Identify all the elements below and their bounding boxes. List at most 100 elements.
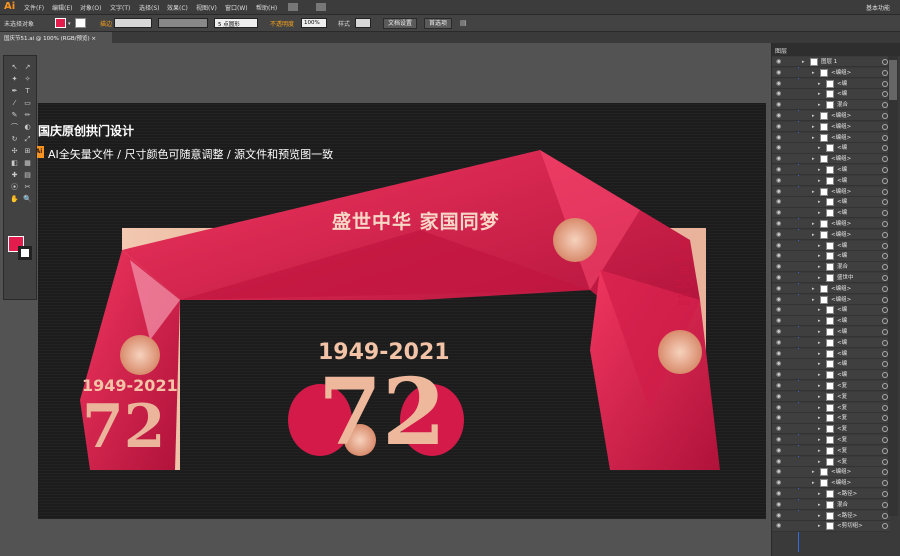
warp-icon[interactable]: ✣ — [9, 146, 20, 156]
layer-row[interactable]: ◉ ▸ <编组> — [772, 154, 890, 165]
eye-icon[interactable]: ◉ — [776, 489, 781, 499]
layer-row[interactable]: ◉ ▸ <编 — [772, 143, 890, 154]
disclosure-triangle-icon[interactable]: ▸ — [818, 262, 821, 272]
layer-row[interactable]: ◉ ▸ 混合 — [772, 499, 890, 511]
disclosure-triangle-icon[interactable]: ▸ — [818, 197, 821, 207]
eye-icon[interactable]: ◉ — [776, 478, 781, 488]
disclosure-triangle-icon[interactable]: ▸ — [818, 79, 821, 89]
eye-icon[interactable]: ◉ — [776, 457, 781, 467]
rotate-icon[interactable]: ↻ — [9, 134, 20, 144]
disclosure-triangle-icon[interactable]: ▸ — [812, 187, 815, 197]
eye-icon[interactable]: ◉ — [776, 295, 781, 305]
eye-icon[interactable]: ◉ — [776, 435, 781, 445]
eye-icon[interactable]: ◉ — [776, 424, 781, 434]
magic-wand-icon[interactable]: ✦ — [9, 74, 20, 84]
layer-row[interactable]: ◉ ▸ <复 — [772, 413, 890, 424]
line-icon[interactable]: ⁄ — [9, 98, 20, 108]
disclosure-triangle-icon[interactable]: ▸ — [818, 511, 821, 521]
disclosure-triangle-icon[interactable]: ▸ — [812, 284, 815, 294]
disclosure-triangle-icon[interactable]: ▸ — [812, 295, 815, 305]
disclosure-triangle-icon[interactable]: ▸ — [818, 457, 821, 467]
layer-row[interactable]: ◉ ▸ <编 — [772, 89, 890, 100]
layer-row[interactable]: ◉ ▸ <复 — [772, 391, 890, 403]
layer-row[interactable]: ◉ ▸ <编 — [772, 208, 890, 219]
eye-icon[interactable]: ◉ — [776, 521, 781, 531]
layer-row[interactable]: ◉ ▸ <复 — [772, 402, 890, 413]
eye-icon[interactable]: ◉ — [776, 403, 781, 413]
disclosure-triangle-icon[interactable]: ▸ — [812, 478, 815, 488]
eyedropper-icon[interactable]: ✚ — [9, 170, 20, 180]
layer-row[interactable]: ◉ ▸ <编 — [772, 348, 890, 359]
layer-row[interactable]: ◉ ▸ <路径> — [772, 510, 890, 521]
blend-icon[interactable]: ▤ — [22, 170, 33, 180]
eye-icon[interactable]: ◉ — [776, 57, 781, 67]
workspace-label[interactable]: 基本功能 — [866, 3, 890, 12]
eye-icon[interactable]: ◉ — [776, 208, 781, 218]
disclosure-triangle-icon[interactable]: ▸ — [818, 435, 821, 445]
layer-row[interactable]: ◉ ▸ <复 — [772, 381, 890, 392]
gradient-icon[interactable]: ◧ — [9, 158, 20, 168]
eye-icon[interactable]: ◉ — [776, 446, 781, 456]
layer-row[interactable]: ◉ ▸ <编组> — [772, 67, 890, 79]
disclosure-triangle-icon[interactable]: ▸ — [818, 349, 821, 359]
disclosure-triangle-icon[interactable]: ▸ — [818, 316, 821, 326]
eye-icon[interactable]: ◉ — [776, 122, 781, 132]
layer-row[interactable]: ◉ ▸ <复 — [772, 456, 890, 467]
disclosure-triangle-icon[interactable]: ▸ — [818, 89, 821, 99]
disclosure-triangle-icon[interactable]: ▸ — [812, 230, 815, 240]
disclosure-triangle-icon[interactable]: ▸ — [818, 305, 821, 315]
eye-icon[interactable]: ◉ — [776, 359, 781, 369]
disclosure-triangle-icon[interactable]: ▸ — [818, 500, 821, 510]
layer-row[interactable]: ◉ ▸ <编组> — [772, 294, 890, 305]
layer-row[interactable]: ◉ ▸ <编 — [772, 78, 890, 89]
eye-icon[interactable]: ◉ — [776, 79, 781, 89]
eye-icon[interactable]: ◉ — [776, 154, 781, 164]
eye-icon[interactable]: ◉ — [776, 338, 781, 348]
eraser-icon[interactable]: ◐ — [22, 122, 33, 132]
eye-icon[interactable]: ◉ — [776, 370, 781, 380]
layers-scrollbar-thumb[interactable] — [889, 60, 897, 100]
disclosure-triangle-icon[interactable]: ▸ — [818, 424, 821, 434]
eye-icon[interactable]: ◉ — [776, 284, 781, 294]
eye-icon[interactable]: ◉ — [776, 89, 781, 99]
disclosure-triangle-icon[interactable]: ▸ — [818, 241, 821, 251]
disclosure-triangle-icon[interactable]: ▸ — [812, 133, 815, 143]
disclosure-triangle-icon[interactable]: ▸ — [818, 381, 821, 391]
layer-row[interactable]: ◉ ▸ <编组> — [772, 186, 890, 197]
eye-icon[interactable]: ◉ — [776, 111, 781, 121]
layer-row[interactable]: ◉ ▸ <复 — [772, 435, 890, 446]
disclosure-triangle-icon[interactable]: ▸ — [818, 165, 821, 175]
eye-icon[interactable]: ◉ — [776, 230, 781, 240]
eye-icon[interactable]: ◉ — [776, 133, 781, 143]
disclosure-triangle-icon[interactable]: ▸ — [812, 219, 815, 229]
eye-icon[interactable]: ◉ — [776, 305, 781, 315]
disclosure-triangle-icon[interactable]: ▸ — [812, 68, 815, 78]
brush-icon[interactable]: ✎ — [9, 110, 20, 120]
eye-icon[interactable]: ◉ — [776, 68, 781, 78]
layer-row[interactable]: ◉ ▸ <编组> — [772, 132, 890, 143]
stroke-color-swatch[interactable] — [18, 246, 32, 260]
pencil-icon[interactable]: ✏ — [22, 110, 33, 120]
type-icon[interactable]: T — [22, 86, 33, 96]
eye-icon[interactable]: ◉ — [776, 219, 781, 229]
layer-row[interactable]: ◉ ▸ <编组> — [772, 467, 890, 478]
layer-row[interactable]: ◉ ▸ <编 — [772, 327, 890, 338]
layer-row[interactable]: ◉ ▸ 图层 1 — [772, 57, 890, 68]
layer-row[interactable]: ◉ ▸ <编 — [772, 370, 890, 381]
eye-icon[interactable]: ◉ — [776, 392, 781, 402]
eye-icon[interactable]: ◉ — [776, 273, 781, 283]
layer-row[interactable]: ◉ ▸ 混合 — [772, 100, 890, 111]
eye-icon[interactable]: ◉ — [776, 197, 781, 207]
eye-icon[interactable]: ◉ — [776, 165, 781, 175]
disclosure-triangle-icon[interactable]: ▸ — [818, 392, 821, 402]
disclosure-triangle-icon[interactable]: ▸ — [818, 359, 821, 369]
layer-row[interactable]: ◉ ▸ <编组> — [772, 219, 890, 230]
eye-icon[interactable]: ◉ — [776, 176, 781, 186]
layer-row[interactable]: ◉ ▸ <编 — [772, 359, 890, 370]
disclosure-triangle-icon[interactable]: ▸ — [818, 327, 821, 337]
disclosure-triangle-icon[interactable]: ▸ — [812, 111, 815, 121]
disclosure-triangle-icon[interactable]: ▸ — [802, 57, 805, 67]
eye-icon[interactable]: ◉ — [776, 262, 781, 272]
layer-row[interactable]: ◉ ▸ <编 — [772, 175, 890, 187]
disclosure-triangle-icon[interactable]: ▸ — [812, 122, 815, 132]
